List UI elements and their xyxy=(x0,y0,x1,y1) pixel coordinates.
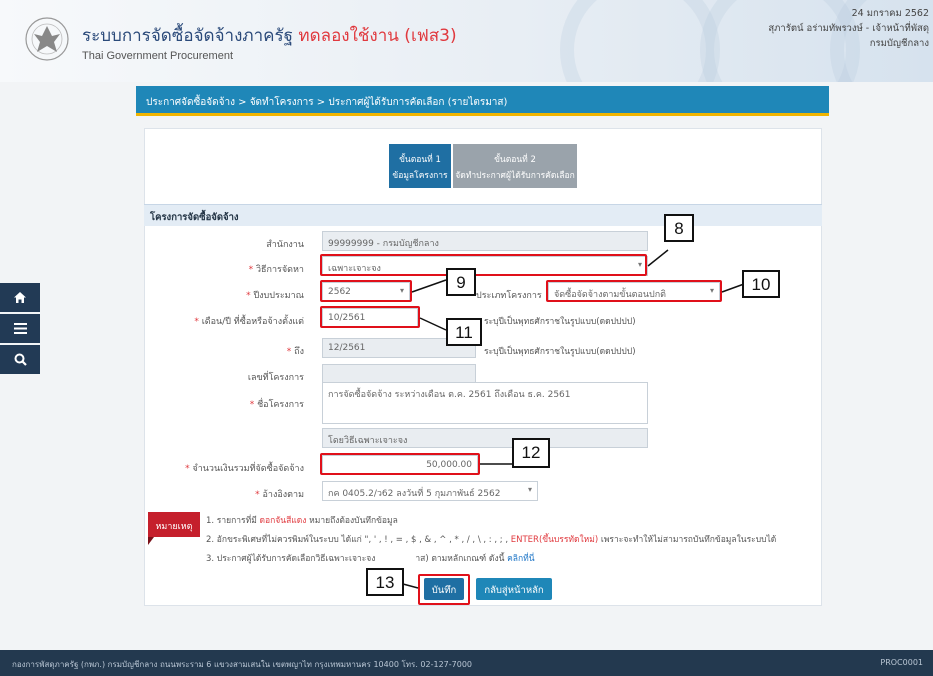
side-nav xyxy=(0,283,40,376)
footer-text: กองการพัสดุภาครัฐ (กพภ.) กรมบัญชีกลาง ถน… xyxy=(12,660,472,669)
note-2-prefix: 2. อักขระพิเศษที่ไม่ควรพิมพ์ในระบบ ได้แก… xyxy=(206,535,511,545)
step-1-title: ขั้นตอนที่ 1 xyxy=(399,155,441,165)
home-button[interactable] xyxy=(0,283,40,312)
reference-select[interactable]: กค 0405.2/ว62 ลงวันที่ 5 กุมภาพันธ์ 2562… xyxy=(322,481,538,501)
note-3: 3. ประกาศผู้ได้รับการคัดเลือกวิธีเฉพาะเจ… xyxy=(206,551,535,565)
project-no-label: เลขที่โครงการ xyxy=(200,370,304,384)
amount-label: * จำนวนเงินรวมที่จัดซื้อจัดจ้าง xyxy=(170,461,304,475)
project-name-suffix: โดยวิธีเฉพาะเจาะจง xyxy=(322,428,648,448)
note-1-red: ดอกจันสีแดง xyxy=(259,516,307,526)
reference-label: * อ้างอิงตาม xyxy=(200,487,304,501)
required-marker: * xyxy=(194,317,202,327)
system-title: ระบบการจัดซื้อจัดจ้างภาครัฐ ทดลองใช้งาน … xyxy=(82,22,457,49)
highlight-box-8 xyxy=(320,254,647,276)
system-subtitle: Thai Government Procurement xyxy=(82,50,234,62)
search-button[interactable] xyxy=(0,345,40,374)
end-month-label: * ถึง xyxy=(200,344,304,358)
highlight-box-10 xyxy=(546,280,722,302)
system-title-trial: ทดลองใช้งาน (เฟส3) xyxy=(298,26,457,46)
highlight-box-11 xyxy=(320,306,420,328)
required-marker: * xyxy=(249,400,258,410)
method-label-text: วิธีการจัดหา xyxy=(256,265,304,275)
note-1-suffix: หมายถึงต้องบันทึกข้อมูล xyxy=(306,516,398,526)
garuda-logo-icon xyxy=(25,17,69,61)
project-name-label-text: ชื่อโครงการ xyxy=(257,400,304,410)
start-month-hint: ระบุปีเป็นพุทธศักราชในรูปแบบ(ดดปปปป) xyxy=(484,317,636,327)
callout-9: 9 xyxy=(446,268,476,296)
reference-value: กค 0405.2/ว62 ลงวันที่ 5 กุมภาพันธ์ 2562 xyxy=(328,489,501,499)
user-org: กรมบัญชีกลาง xyxy=(869,38,929,49)
home-icon xyxy=(14,292,26,303)
project-name-textarea[interactable]: การจัดซื้อจัดจ้าง ระหว่างเดือน ต.ค. 2561… xyxy=(322,382,648,424)
amount-label-text: จำนวนเงินรวมที่จัดซื้อจัดจ้าง xyxy=(192,464,304,474)
project-type-label: ประเภทโครงการ xyxy=(476,288,542,302)
callout-11: 11 xyxy=(446,318,482,346)
header: ระบบการจัดซื้อจัดจ้างภาครัฐ ทดลองใช้งาน … xyxy=(0,0,933,82)
step-2[interactable]: ขั้นตอนที่ 2 จัดทำประกาศผู้ได้รับการคัดเ… xyxy=(453,144,577,188)
notes-tag: หมายเหตุ xyxy=(148,512,200,545)
header-ornament xyxy=(560,0,720,82)
page-code: PROC0001 xyxy=(880,658,923,667)
breadcrumb: ประกาศจัดซื้อจัดจ้าง > จัดทำโครงการ > ปร… xyxy=(136,86,829,116)
highlight-box-9 xyxy=(320,280,412,302)
note-2: 2. อักขระพิเศษที่ไม่ควรพิมพ์ในระบบ ได้แก… xyxy=(206,532,776,546)
end-month-hint: ระบุปีเป็นพุทธศักราชในรูปแบบ(ดดปปปป) xyxy=(484,347,636,357)
start-month-label: * เดือน/ปี ที่ซื้อหรือจ้างตั้งแต่ xyxy=(160,314,304,328)
note-1-prefix: 1. รายการที่มี xyxy=(206,516,260,526)
method-label: * วิธีการจัดหา xyxy=(200,262,304,276)
agency-field: 99999999 - กรมบัญชีกลาง xyxy=(322,231,648,251)
reference-label-text: อ้างอิงตาม xyxy=(262,490,304,500)
highlight-box-12 xyxy=(320,453,480,475)
search-icon xyxy=(14,353,27,366)
criteria-link[interactable]: คลิกที่นี่ xyxy=(507,554,534,564)
note-2-red: ENTER(ขึ้นบรรทัดใหม่) xyxy=(510,535,599,545)
menu-button[interactable] xyxy=(0,314,40,343)
agency-label: สำนักงาน xyxy=(200,237,304,251)
step-2-label: จัดทำประกาศผู้ได้รับการคัดเลือก xyxy=(455,171,575,181)
system-title-main: ระบบการจัดซื้อจัดจ้างภาครัฐ xyxy=(82,26,299,46)
end-month-label-text: ถึง xyxy=(294,347,304,357)
start-month-label-text: เดือน/ปี ที่ซื้อหรือจ้างตั้งแต่ xyxy=(201,317,304,327)
callout-12: 12 xyxy=(512,438,550,468)
note-3-prefix: 3. ประกาศผู้ได้รับการคัดเลือกวิธีเฉพาะเจ… xyxy=(206,554,376,564)
note-2-suffix: เพราะจะทำให้ไม่สามารถบันทึกข้อมูลในระบบไ… xyxy=(598,535,777,545)
project-name-label: * ชื่อโครงการ xyxy=(200,397,304,411)
note-3-mid: าส) ตามหลักเกณฑ์ ดังนี้ xyxy=(415,554,508,564)
project-type-label-text: ประเภทโครงการ xyxy=(476,291,542,301)
project-no-label-text: เลขที่โครงการ xyxy=(247,373,304,383)
user-name[interactable]: สุภารัตน์ อร่ามทัพรวงษ์ - เจ้าหน้าที่พัส… xyxy=(768,21,929,36)
footer: กองการพัสดุภาครัฐ (กพภ.) กรมบัญชีกลาง ถน… xyxy=(0,650,933,676)
required-marker: * xyxy=(255,490,263,500)
user-info: 24 มกราคม 2562 สุภารัตน์ อร่ามทัพรวงษ์ -… xyxy=(768,6,929,51)
budget-year-label: * ปีงบประมาณ xyxy=(200,288,304,302)
project-no-field xyxy=(322,364,476,384)
agency-label-text: สำนักงาน xyxy=(266,240,304,250)
callout-13: 13 xyxy=(366,568,404,596)
callout-8: 8 xyxy=(664,214,694,242)
step-2-title: ขั้นตอนที่ 2 xyxy=(494,155,536,165)
callout-10: 10 xyxy=(742,270,780,298)
highlight-box-13 xyxy=(418,574,470,605)
menu-icon xyxy=(13,323,27,334)
section-title: โครงการจัดซื้อจัดจ้าง xyxy=(144,204,822,226)
step-1-label: ข้อมูลโครงการ xyxy=(392,171,448,181)
budget-year-label-text: ปีงบประมาณ xyxy=(253,291,304,301)
step-indicator: ขั้นตอนที่ 1 ข้อมูลโครงการ ขั้นตอนที่ 2 … xyxy=(389,144,577,188)
back-to-home-button[interactable]: กลับสู่หน้าหลัก xyxy=(476,578,552,600)
note-1: 1. รายการที่มี ดอกจันสีแดง หมายถึงต้องบั… xyxy=(206,513,398,527)
required-marker: * xyxy=(248,265,256,275)
chevron-down-icon: ▾ xyxy=(527,485,532,494)
current-date: 24 มกราคม 2562 xyxy=(851,8,929,19)
step-1[interactable]: ขั้นตอนที่ 1 ข้อมูลโครงการ xyxy=(389,144,451,188)
